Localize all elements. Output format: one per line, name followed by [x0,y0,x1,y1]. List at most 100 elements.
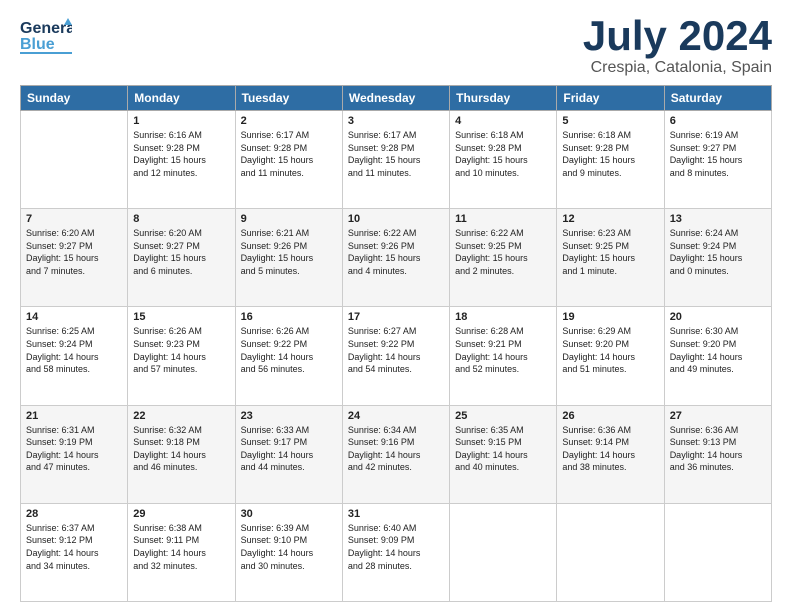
day-info: Sunrise: 6:27 AM Sunset: 9:22 PM Dayligh… [348,325,444,375]
day-info: Sunrise: 6:20 AM Sunset: 9:27 PM Dayligh… [133,227,229,277]
day-number: 8 [133,213,229,225]
calendar-cell [557,503,664,601]
calendar-cell: 20 Sunrise: 6:30 AM Sunset: 9:20 PM Dayli… [664,307,771,405]
day-info: Sunrise: 6:26 AM Sunset: 9:22 PM Dayligh… [241,325,337,375]
calendar-cell: 6 Sunrise: 6:19 AM Sunset: 9:27 PM Daylig… [664,111,771,209]
week-row-4: 28Sunrise: 6:37 AM Sunset: 9:12 PM Dayli… [21,503,772,601]
day-number: 2 [241,115,337,127]
calendar-cell: 2Sunrise: 6:17 AM Sunset: 9:28 PM Daylig… [235,111,342,209]
calendar-cell: 9Sunrise: 6:21 AM Sunset: 9:26 PM Daylig… [235,209,342,307]
day-number: 29 [133,508,229,520]
day-info: Sunrise: 6:18 AM Sunset: 9:28 PM Dayligh… [562,129,658,179]
calendar-cell: 21Sunrise: 6:31 AM Sunset: 9:19 PM Dayli… [21,405,128,503]
day-info: Sunrise: 6:30 AM Sunset: 9:20 PM Dayligh… [670,325,766,375]
calendar-cell [21,111,128,209]
calendar-cell: 3Sunrise: 6:17 AM Sunset: 9:28 PM Daylig… [342,111,449,209]
calendar-cell: 27 Sunrise: 6:36 AM Sunset: 9:13 PM Dayli… [664,405,771,503]
calendar-cell: 4 Sunrise: 6:18 AM Sunset: 9:28 PM Daylig… [450,111,557,209]
day-info: Sunrise: 6:34 AM Sunset: 9:16 PM Dayligh… [348,424,444,474]
subtitle: Crespia, Catalonia, Spain [583,59,772,77]
day-info: Sunrise: 6:32 AM Sunset: 9:18 PM Dayligh… [133,424,229,474]
day-info: Sunrise: 6:36 AM Sunset: 9:14 PM Dayligh… [562,424,658,474]
calendar-cell: 26 Sunrise: 6:36 AM Sunset: 9:14 PM Dayli… [557,405,664,503]
header-row: Sunday Monday Tuesday Wednesday Thursday… [21,86,772,111]
calendar-cell: 16 Sunrise: 6:26 AM Sunset: 9:22 PM Dayli… [235,307,342,405]
day-number: 21 [26,410,122,422]
day-number: 10 [348,213,444,225]
day-info: Sunrise: 6:19 AM Sunset: 9:27 PM Dayligh… [670,129,766,179]
day-info: Sunrise: 6:16 AM Sunset: 9:28 PM Dayligh… [133,129,229,179]
week-row-3: 21Sunrise: 6:31 AM Sunset: 9:19 PM Dayli… [21,405,772,503]
day-info: Sunrise: 6:33 AM Sunset: 9:17 PM Dayligh… [241,424,337,474]
title-section: July 2024 Crespia, Catalonia, Spain [583,15,772,77]
day-number: 24 [348,410,444,422]
day-info: Sunrise: 6:17 AM Sunset: 9:28 PM Dayligh… [348,129,444,179]
calendar-cell: 25 Sunrise: 6:35 AM Sunset: 9:15 PM Dayli… [450,405,557,503]
calendar-cell: 17 Sunrise: 6:27 AM Sunset: 9:22 PM Dayli… [342,307,449,405]
day-info: Sunrise: 6:38 AM Sunset: 9:11 PM Dayligh… [133,522,229,572]
day-number: 30 [241,508,337,520]
calendar-cell: 18 Sunrise: 6:28 AM Sunset: 9:21 PM Dayli… [450,307,557,405]
logo-icon: General Blue [20,15,72,57]
day-number: 20 [670,311,766,323]
calendar-cell: 19 Sunrise: 6:29 AM Sunset: 9:20 PM Dayli… [557,307,664,405]
calendar-cell: 11Sunrise: 6:22 AM Sunset: 9:25 PM Dayli… [450,209,557,307]
day-number: 18 [455,311,551,323]
day-info: Sunrise: 6:35 AM Sunset: 9:15 PM Dayligh… [455,424,551,474]
col-saturday: Saturday [664,86,771,111]
day-info: Sunrise: 6:21 AM Sunset: 9:26 PM Dayligh… [241,227,337,277]
calendar-cell: 15Sunrise: 6:26 AM Sunset: 9:23 PM Dayli… [128,307,235,405]
calendar-cell: 31 Sunrise: 6:40 AM Sunset: 9:09 PM Dayli… [342,503,449,601]
day-number: 14 [26,311,122,323]
calendar-cell: 28Sunrise: 6:37 AM Sunset: 9:12 PM Dayli… [21,503,128,601]
main-title: July 2024 [583,15,772,57]
col-wednesday: Wednesday [342,86,449,111]
calendar-cell [664,503,771,601]
day-number: 31 [348,508,444,520]
day-number: 6 [670,115,766,127]
day-info: Sunrise: 6:24 AM Sunset: 9:24 PM Dayligh… [670,227,766,277]
day-number: 7 [26,213,122,225]
day-number: 16 [241,311,337,323]
calendar-cell: 22 Sunrise: 6:32 AM Sunset: 9:18 PM Dayli… [128,405,235,503]
day-info: Sunrise: 6:36 AM Sunset: 9:13 PM Dayligh… [670,424,766,474]
day-info: Sunrise: 6:22 AM Sunset: 9:26 PM Dayligh… [348,227,444,277]
day-info: Sunrise: 6:37 AM Sunset: 9:12 PM Dayligh… [26,522,122,572]
day-info: Sunrise: 6:18 AM Sunset: 9:28 PM Dayligh… [455,129,551,179]
day-number: 4 [455,115,551,127]
calendar-cell: 23 Sunrise: 6:33 AM Sunset: 9:17 PM Dayli… [235,405,342,503]
day-info: Sunrise: 6:29 AM Sunset: 9:20 PM Dayligh… [562,325,658,375]
day-number: 22 [133,410,229,422]
col-tuesday: Tuesday [235,86,342,111]
day-number: 23 [241,410,337,422]
calendar-cell: 1 Sunrise: 6:16 AM Sunset: 9:28 PM Daylig… [128,111,235,209]
day-number: 1 [133,115,229,127]
calendar-cell: 5Sunrise: 6:18 AM Sunset: 9:28 PM Daylig… [557,111,664,209]
day-number: 25 [455,410,551,422]
day-number: 19 [562,311,658,323]
calendar-cell: 24 Sunrise: 6:34 AM Sunset: 9:16 PM Dayli… [342,405,449,503]
calendar-table: Sunday Monday Tuesday Wednesday Thursday… [20,85,772,602]
day-info: Sunrise: 6:23 AM Sunset: 9:25 PM Dayligh… [562,227,658,277]
day-number: 26 [562,410,658,422]
week-row-1: 7 Sunrise: 6:20 AM Sunset: 9:27 PM Daylig… [21,209,772,307]
calendar-cell: 7 Sunrise: 6:20 AM Sunset: 9:27 PM Daylig… [21,209,128,307]
calendar-cell [450,503,557,601]
calendar-cell: 8 Sunrise: 6:20 AM Sunset: 9:27 PM Daylig… [128,209,235,307]
week-row-0: 1 Sunrise: 6:16 AM Sunset: 9:28 PM Daylig… [21,111,772,209]
day-number: 27 [670,410,766,422]
svg-text:General: General [20,20,72,37]
col-sunday: Sunday [21,86,128,111]
day-info: Sunrise: 6:40 AM Sunset: 9:09 PM Dayligh… [348,522,444,572]
day-info: Sunrise: 6:20 AM Sunset: 9:27 PM Dayligh… [26,227,122,277]
col-monday: Monday [128,86,235,111]
day-number: 15 [133,311,229,323]
day-number: 13 [670,213,766,225]
day-info: Sunrise: 6:28 AM Sunset: 9:21 PM Dayligh… [455,325,551,375]
day-number: 17 [348,311,444,323]
day-number: 11 [455,213,551,225]
calendar-cell: 10 Sunrise: 6:22 AM Sunset: 9:26 PM Dayli… [342,209,449,307]
col-thursday: Thursday [450,86,557,111]
page: General Blue July 2024 Crespia, Cataloni… [0,0,792,612]
calendar-cell: 12Sunrise: 6:23 AM Sunset: 9:25 PM Dayli… [557,209,664,307]
